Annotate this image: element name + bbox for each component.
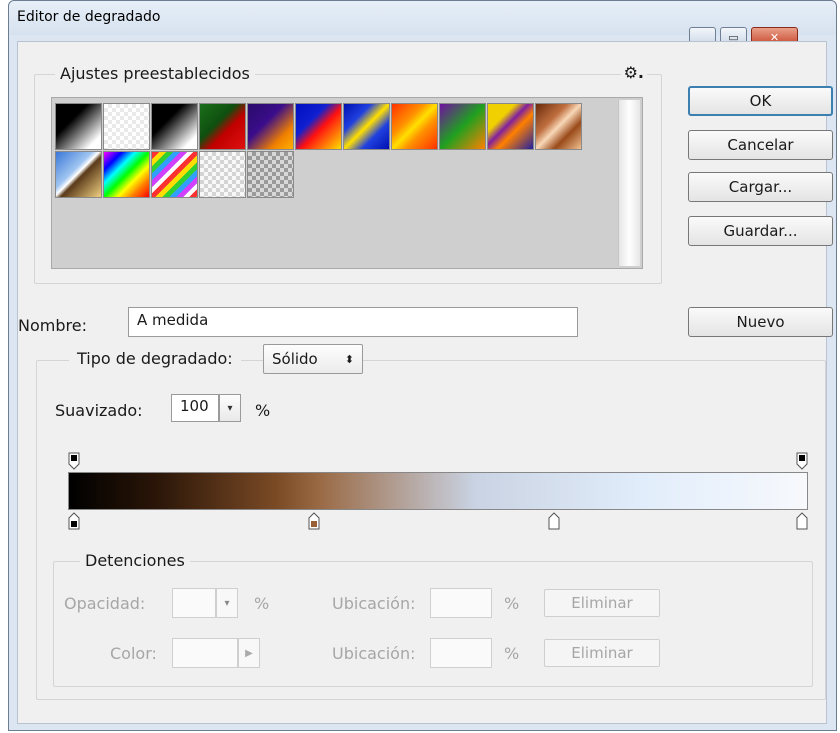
violet-orange-preset[interactable]: [247, 103, 294, 150]
name-field[interactable]: A medida: [128, 307, 578, 337]
presets-group: Ajustes preestablecidos ⚙.: [34, 63, 662, 284]
color-stop-marker[interactable]: [68, 512, 80, 530]
opacity-label: Opacidad:: [64, 594, 146, 613]
gradient-type-select[interactable]: Sólido ⬍: [263, 344, 363, 374]
color-stop-marker[interactable]: [548, 512, 560, 530]
color-stop-marker[interactable]: [308, 512, 320, 530]
smoothness-percent: %: [255, 401, 271, 420]
opacity-field[interactable]: [172, 588, 216, 618]
color-location-label: Ubicación:: [332, 644, 416, 663]
triangle-right-icon: ▶: [245, 647, 253, 659]
color-swatch-field[interactable]: [172, 638, 238, 668]
ok-button[interactable]: OK: [688, 86, 833, 116]
opacity-location-percent: %: [504, 594, 520, 613]
yellow-violet-orange-blue-preset[interactable]: [487, 103, 534, 150]
chrome-preset[interactable]: [55, 151, 102, 198]
neutral-density-preset[interactable]: [247, 151, 294, 198]
black-white-preset[interactable]: [55, 103, 102, 150]
orange-yellow-orange-preset[interactable]: [391, 103, 438, 150]
black-transparent-preset[interactable]: [151, 103, 198, 150]
stops-group: Detenciones Opacidad: ▾ % Ubicación: % E…: [53, 551, 813, 687]
opacity-stop-marker[interactable]: [796, 452, 808, 470]
gradient-type-label: Tipo de degradado:: [69, 349, 241, 368]
spectrum-preset[interactable]: [103, 151, 150, 198]
dialog-body: Ajustes preestablecidos ⚙. OK Cancelar C…: [17, 41, 833, 724]
smoothness-dropdown[interactable]: ▾: [219, 394, 241, 422]
opacity-location-field[interactable]: [430, 588, 492, 618]
new-button[interactable]: Nuevo: [688, 307, 833, 337]
chevron-down-icon: ▾: [227, 402, 233, 414]
color-label: Color:: [110, 644, 157, 663]
opacity-stop-marker[interactable]: [68, 452, 80, 470]
delete-color-stop-button[interactable]: Eliminar: [544, 639, 660, 667]
cancel-button[interactable]: Cancelar: [688, 130, 833, 160]
color-menu-button[interactable]: ▶: [238, 638, 260, 668]
gradient-group: Tipo de degradado: Sólido ⬍ Suavizado: 1…: [36, 344, 826, 700]
smoothness-label: Suavizado:: [55, 401, 143, 420]
transparent-preset[interactable]: [103, 103, 150, 150]
color-location-field[interactable]: [430, 638, 492, 668]
transparent-stripes-preset[interactable]: [199, 151, 246, 198]
presets-list: [51, 97, 643, 269]
delete-opacity-stop-button[interactable]: Eliminar: [544, 589, 660, 617]
window-title: Editor de degradado: [17, 9, 161, 25]
opacity-dropdown[interactable]: ▾: [216, 588, 238, 618]
chevron-down-icon: ▾: [224, 597, 230, 609]
smoothness-field[interactable]: 100: [171, 394, 219, 422]
load-button[interactable]: Cargar...: [688, 172, 833, 202]
settings-gear-icon[interactable]: ⚙.: [620, 63, 647, 82]
presets-scrollbar[interactable]: [618, 100, 640, 266]
color-location-percent: %: [504, 644, 520, 663]
violet-green-orange-preset[interactable]: [439, 103, 486, 150]
copper-preset[interactable]: [535, 103, 582, 150]
opacity-location-label: Ubicación:: [332, 594, 416, 613]
red-green-preset[interactable]: [199, 103, 246, 150]
stops-legend: Detenciones: [80, 551, 190, 570]
opacity-percent: %: [254, 594, 270, 613]
gradient-preview-bar[interactable]: [68, 472, 808, 510]
name-label: Nombre:: [18, 316, 87, 335]
updown-arrows-icon: ⬍: [344, 352, 354, 366]
blue-red-yellow-preset[interactable]: [295, 103, 342, 150]
presets-legend: Ajustes preestablecidos: [55, 64, 255, 83]
gradient-editor-window: Editor de degradado ▁ ▭ ✕ Ajustes preest…: [8, 0, 837, 731]
transparent-rainbow-preset[interactable]: [151, 151, 198, 198]
gradient-type-value: Sólido: [272, 350, 318, 368]
color-stop-marker[interactable]: [796, 512, 808, 530]
blue-yellow-blue-preset[interactable]: [343, 103, 390, 150]
save-button[interactable]: Guardar...: [688, 216, 833, 246]
